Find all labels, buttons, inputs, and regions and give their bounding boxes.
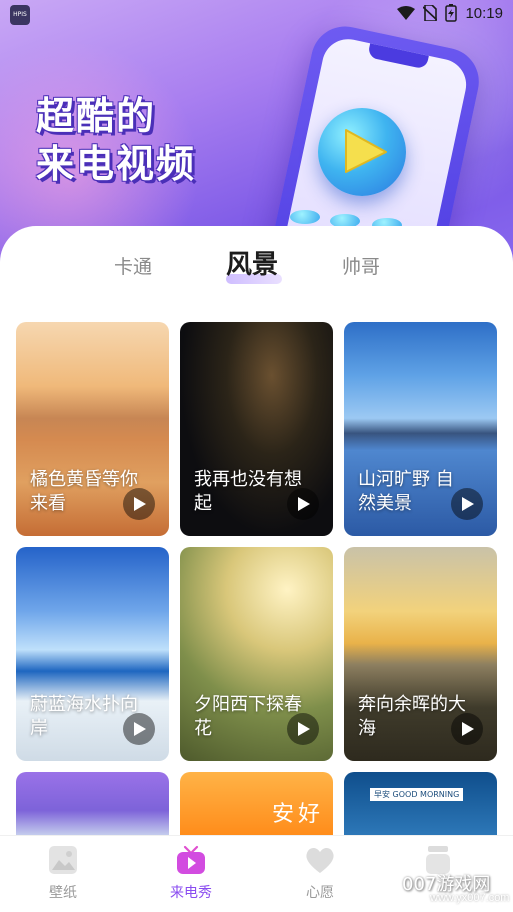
video-card[interactable]: 我再也没有想起 bbox=[180, 322, 333, 536]
play-icon bbox=[462, 722, 474, 736]
video-card[interactable]: 蔚蓝海水扑向岸 bbox=[16, 547, 169, 761]
nav-label: 心愿 bbox=[306, 885, 334, 901]
nav-item-call-show[interactable]: 来电秀 bbox=[151, 844, 231, 902]
hero-title: 超酷的 来电视频 bbox=[36, 92, 256, 188]
video-card[interactable]: 橘色黄昏等你来看 bbox=[16, 322, 169, 536]
video-card-text: 安好 bbox=[272, 802, 325, 827]
tab-cartoon[interactable]: 卡通 bbox=[114, 252, 152, 279]
video-card[interactable]: 安好 bbox=[180, 772, 333, 836]
app-notification-icon: HPIS bbox=[10, 5, 30, 25]
video-card[interactable]: 夕阳西下探春花 bbox=[180, 547, 333, 761]
hero-title-line: 超酷的 bbox=[36, 94, 157, 138]
hero-title-line: 来电视频 bbox=[36, 142, 197, 186]
play-icon bbox=[134, 722, 146, 736]
play-icon bbox=[298, 497, 310, 511]
content-panel: 卡通 风景 帅哥 橘色黄昏等你来看 我再也没有想起 山河旷野 自然美景 蔚蓝海水… bbox=[0, 226, 513, 836]
play-icon bbox=[462, 497, 474, 511]
tab-scenery[interactable]: 风景 bbox=[226, 244, 278, 281]
wifi-icon bbox=[397, 6, 416, 20]
play-button[interactable] bbox=[451, 713, 483, 745]
tv-play-icon bbox=[177, 845, 205, 874]
nav-label: 来电秀 bbox=[170, 885, 212, 901]
video-card[interactable]: 奔向余晖的大海 bbox=[344, 547, 497, 761]
play-ball-icon bbox=[318, 108, 406, 196]
image-icon bbox=[49, 846, 77, 874]
video-card[interactable]: 山河旷野 自然美景 bbox=[344, 322, 497, 536]
tab-handsome[interactable]: 帅哥 bbox=[342, 252, 380, 279]
watermark-url: www.yx007.com bbox=[430, 892, 510, 904]
nav-item-wish[interactable]: 心愿 bbox=[280, 844, 360, 902]
heart-icon bbox=[306, 847, 334, 873]
play-button[interactable] bbox=[287, 488, 319, 520]
nav-label: 壁纸 bbox=[49, 885, 77, 901]
play-button[interactable] bbox=[123, 713, 155, 745]
play-button[interactable] bbox=[451, 488, 483, 520]
video-card[interactable] bbox=[16, 772, 169, 836]
play-icon bbox=[134, 497, 146, 511]
status-bar: HPIS 10:19 bbox=[0, 0, 513, 30]
nav-item-wallpaper[interactable]: 壁纸 bbox=[23, 844, 103, 902]
decor-dot bbox=[290, 210, 320, 224]
play-icon bbox=[298, 722, 310, 736]
video-card[interactable]: 早安 GOOD MORNING bbox=[344, 772, 497, 836]
status-time: 10:19 bbox=[465, 4, 503, 22]
status-icons: 10:19 bbox=[397, 4, 503, 22]
no-sim-icon bbox=[423, 5, 438, 21]
play-button[interactable] bbox=[123, 488, 155, 520]
video-card-text: 早安 GOOD MORNING bbox=[370, 788, 464, 801]
battery-charging-icon bbox=[445, 4, 458, 22]
category-tabs: 卡通 风景 帅哥 bbox=[0, 244, 513, 284]
play-button[interactable] bbox=[287, 713, 319, 745]
